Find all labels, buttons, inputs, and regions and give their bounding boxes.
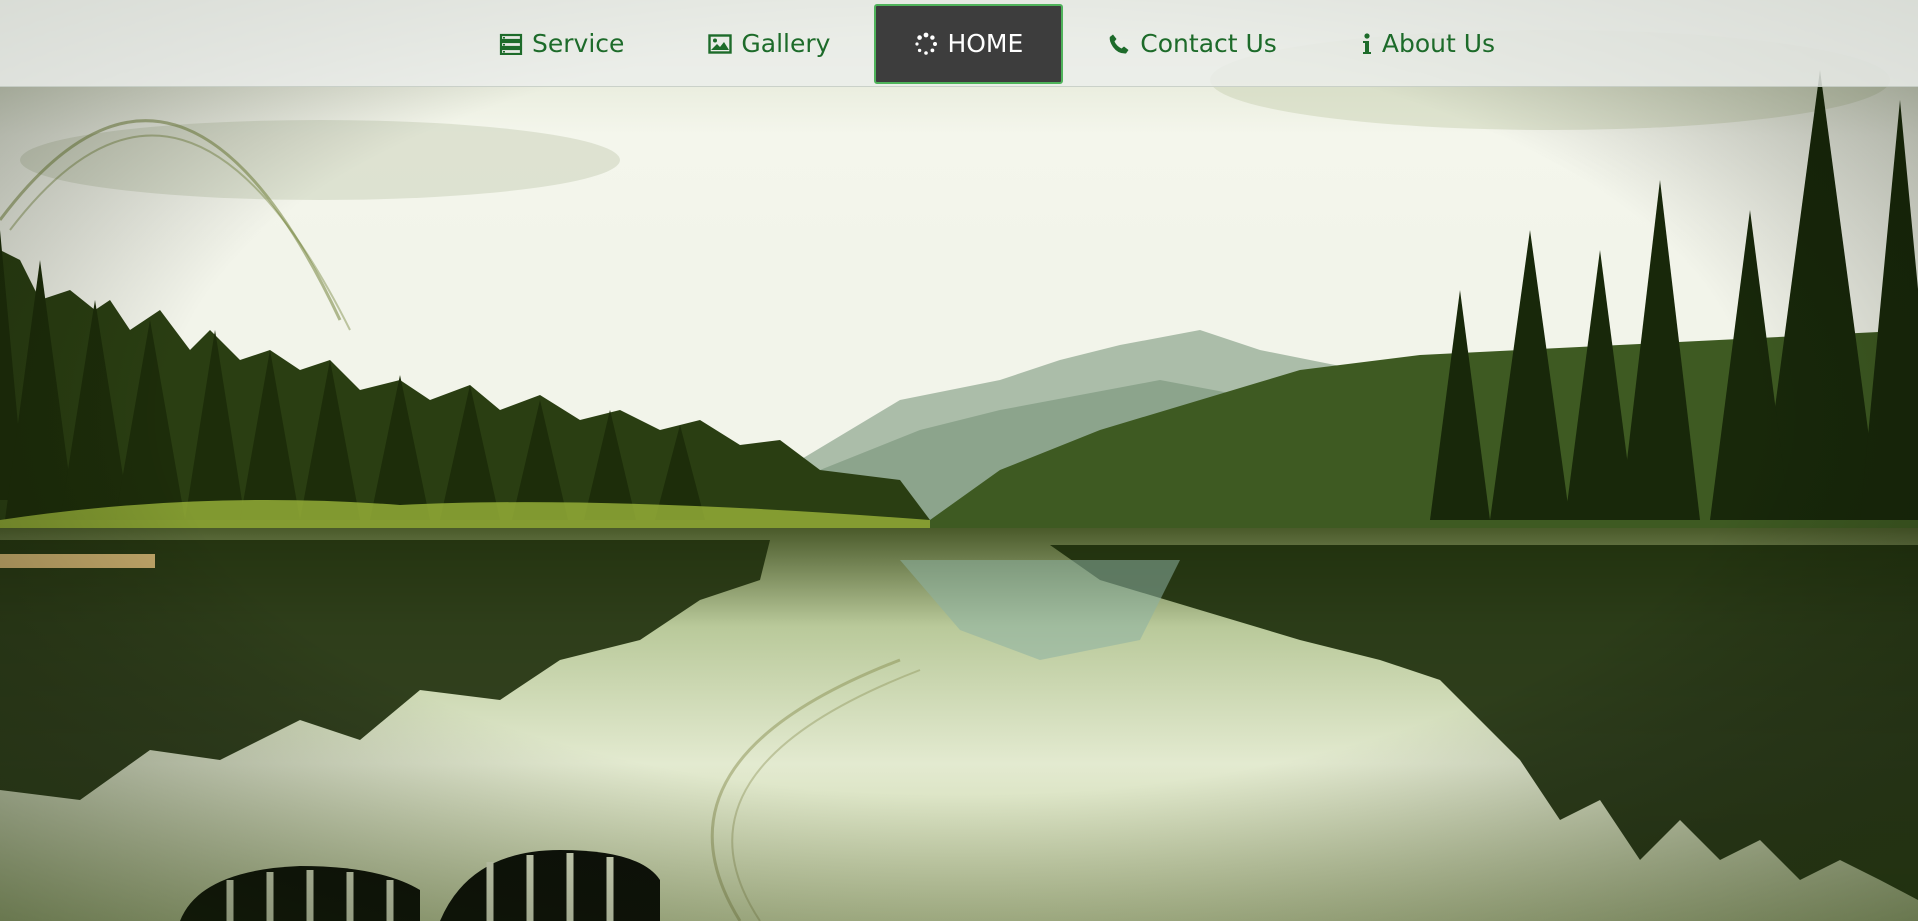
nav-item-label: Gallery xyxy=(741,29,831,58)
top-navbar: Service Gallery HOME Contact Us About Us xyxy=(0,0,1918,87)
nav-item-gallery[interactable]: Gallery xyxy=(668,4,870,84)
nav-item-home[interactable]: HOME xyxy=(874,3,1064,84)
picture-icon xyxy=(708,32,733,56)
nav-item-service[interactable]: Service xyxy=(459,4,664,84)
nav-item-about[interactable]: About Us xyxy=(1321,4,1535,84)
nav-item-contact[interactable]: Contact Us xyxy=(1067,4,1317,84)
server-icon xyxy=(499,32,523,56)
nav-item-label: About Us xyxy=(1381,29,1496,58)
info-icon xyxy=(1361,32,1373,56)
spinner-icon xyxy=(914,32,938,56)
hero-landscape-image xyxy=(0,0,1918,921)
nav-item-label: Service xyxy=(532,29,625,58)
nav-menu: Service Gallery HOME Contact Us About Us xyxy=(457,2,1537,85)
nav-item-label: HOME xyxy=(947,29,1024,58)
phone-icon xyxy=(1107,32,1131,56)
nav-item-label: Contact Us xyxy=(1140,29,1277,58)
